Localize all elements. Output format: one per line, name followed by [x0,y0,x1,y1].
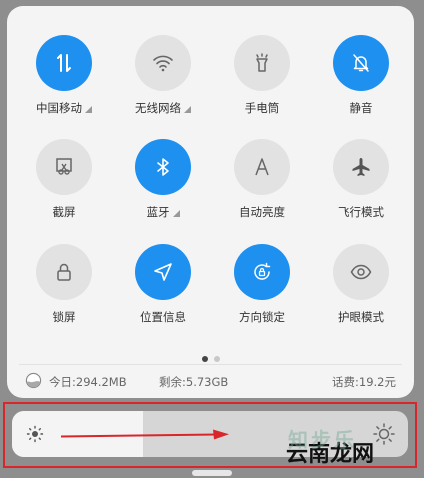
watermark: 知步乐 云南龙网 [286,428,374,468]
annotation-arrow-icon [61,429,229,440]
tile-flashlight[interactable]: 手电筒 [212,35,312,116]
lock-icon[interactable] [36,244,92,300]
page-dot-current[interactable] [201,356,208,362]
tile-label: 无线网络 [135,101,181,115]
data-usage-icon [25,372,42,389]
bottom-handle[interactable] [192,470,232,476]
tile-label: 静音 [349,101,373,115]
tile-silent[interactable]: 静音 [311,35,411,116]
screenshot-icon[interactable] [36,139,92,195]
eye-icon[interactable] [333,244,389,300]
tile-screenshot[interactable]: 截屏 [14,139,114,220]
brightness-high-icon [373,423,395,445]
tile-eye-care[interactable]: 护眼模式 [311,244,411,325]
location-icon[interactable] [135,244,191,300]
tile-rotation-lock[interactable]: 方向锁定 [212,244,312,325]
bell-off-icon[interactable] [333,35,389,91]
wifi-icon[interactable] [135,35,191,91]
expand-triangle-icon[interactable] [172,209,180,217]
data-usage-bar[interactable]: 今日:294.2MB 剩余:5.73GB 话费:19.2元 [25,372,396,392]
flashlight-icon[interactable] [234,35,290,91]
page-dot[interactable] [213,356,220,362]
tile-label: 手电筒 [244,101,280,115]
tile-lock-screen[interactable]: 锁屏 [14,244,114,325]
divider [19,364,402,365]
phone-balance: 话费:19.2元 [332,375,396,389]
tile-label: 方向锁定 [239,310,285,324]
today-usage: 今日:294.2MB [49,375,127,389]
tile-mobile-data[interactable]: 中国移动 [14,35,114,116]
tile-label: 中国移动 [36,101,82,115]
remaining-data: 剩余:5.73GB [159,375,229,389]
tile-auto-brightness[interactable]: 自动亮度 [212,139,312,220]
tile-airplane[interactable]: 飞行模式 [311,139,411,220]
expand-triangle-icon[interactable] [184,105,191,113]
mobile-data-icon[interactable] [36,35,92,91]
brightness-low-icon [26,425,44,443]
bluetooth-icon[interactable] [135,139,191,195]
tile-bluetooth[interactable]: 蓝牙 [113,139,213,220]
tile-label: 位置信息 [140,310,186,324]
tile-label: 锁屏 [52,310,76,324]
rotation-lock-icon[interactable] [234,244,290,300]
expand-triangle-icon[interactable] [85,105,92,113]
tile-label: 蓝牙 [146,205,170,219]
tile-label: 护眼模式 [338,310,384,324]
auto-brightness-icon[interactable] [234,139,290,195]
control-center-panel: 中国移动 无线网络 手电筒 静音 截屏 蓝牙 自动亮度 飞行模式 锁屏 位置信息… [7,6,414,398]
tile-label: 自动亮度 [239,205,285,219]
tile-label: 飞行模式 [338,205,384,219]
tile-location[interactable]: 位置信息 [113,244,213,325]
tile-wifi[interactable]: 无线网络 [113,35,213,116]
watermark-ghost-text: 知步乐 [288,428,357,452]
airplane-icon[interactable] [333,139,389,195]
tile-label: 截屏 [52,205,76,219]
